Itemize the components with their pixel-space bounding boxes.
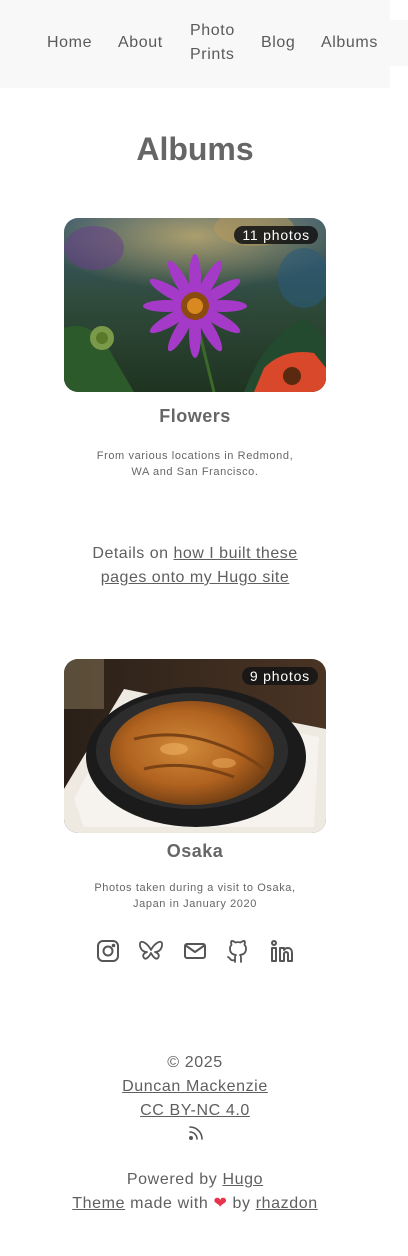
hugo-link[interactable]: Hugo [222, 1171, 263, 1188]
photo-count-badge: 9 photos [241, 667, 318, 685]
nav-photo-prints-link[interactable]: Photo Prints [190, 19, 235, 67]
details-link-line1: how I built these [173, 545, 298, 562]
rss-icon[interactable] [187, 1124, 205, 1142]
by-text: by [227, 1195, 256, 1212]
made-with-text: made with [125, 1195, 214, 1212]
osaka-photo [64, 659, 326, 833]
license-line: CC BY-NC 4.0 [0, 1099, 390, 1123]
heart-icon: ❤ [213, 1195, 228, 1212]
album-description-line1: Photos taken during a visit to Osaka, [94, 882, 296, 894]
album-card-flowers: 11 photos Flowers From various locations… [64, 218, 326, 478]
album-description-osaka: Photos taken during a visit to Osaka, Ja… [80, 880, 310, 912]
album-title-osaka[interactable]: Osaka [64, 841, 326, 862]
github-icon[interactable] [225, 938, 251, 964]
flower-photo [64, 218, 326, 392]
page-title: Albums [136, 131, 254, 167]
copyright-text: © 2025 [167, 1054, 223, 1071]
nav-about-link[interactable]: About [118, 31, 163, 55]
nav-bar-overflow [390, 20, 408, 66]
bluesky-icon[interactable] [138, 938, 164, 964]
album-cover-osaka[interactable]: 9 photos [64, 659, 326, 833]
photo-count-badge: 11 photos [234, 226, 318, 244]
author-link[interactable]: Duncan Mackenzie [122, 1078, 268, 1095]
nav-photo-prints-line2: Prints [190, 46, 235, 63]
powered-by-line: Powered by Hugo [0, 1168, 390, 1192]
nav-blog-link[interactable]: Blog [261, 31, 295, 55]
album-description-flowers: From various locations in Redmond, WA an… [80, 448, 310, 480]
license-link[interactable]: CC BY-NC 4.0 [140, 1102, 250, 1119]
theme-line: Theme made with ❤ by rhazdon [0, 1192, 390, 1216]
theme-author-link[interactable]: rhazdon [256, 1195, 318, 1212]
nav-photo-prints-line1: Photo [190, 22, 235, 39]
album-description-line1: From various locations in Redmond, [96, 450, 294, 462]
social-links [0, 938, 390, 966]
email-icon[interactable] [182, 938, 208, 964]
album-description-line2: Japan in January 2020 [133, 898, 257, 910]
album-description-line2: WA and San Francisco. [131, 466, 259, 478]
details-link-line2: pages onto my Hugo site [100, 569, 290, 586]
nav-home-link[interactable]: Home [47, 31, 92, 55]
details-text: Details on how I built these pages onto m… [60, 542, 330, 590]
album-card-osaka: 9 photos Osaka Photos taken during a vis… [64, 659, 326, 910]
author-line: Duncan Mackenzie [0, 1075, 390, 1099]
album-cover-flowers[interactable]: 11 photos [64, 218, 326, 392]
details-prefix: Details on [92, 545, 174, 562]
linkedin-icon[interactable] [269, 938, 295, 964]
album-title-flowers[interactable]: Flowers [64, 406, 326, 427]
powered-by-prefix: Powered by [126, 1171, 223, 1188]
nav-albums-link[interactable]: Albums [321, 31, 378, 55]
instagram-icon[interactable] [95, 938, 121, 964]
theme-link[interactable]: Theme [72, 1195, 125, 1212]
